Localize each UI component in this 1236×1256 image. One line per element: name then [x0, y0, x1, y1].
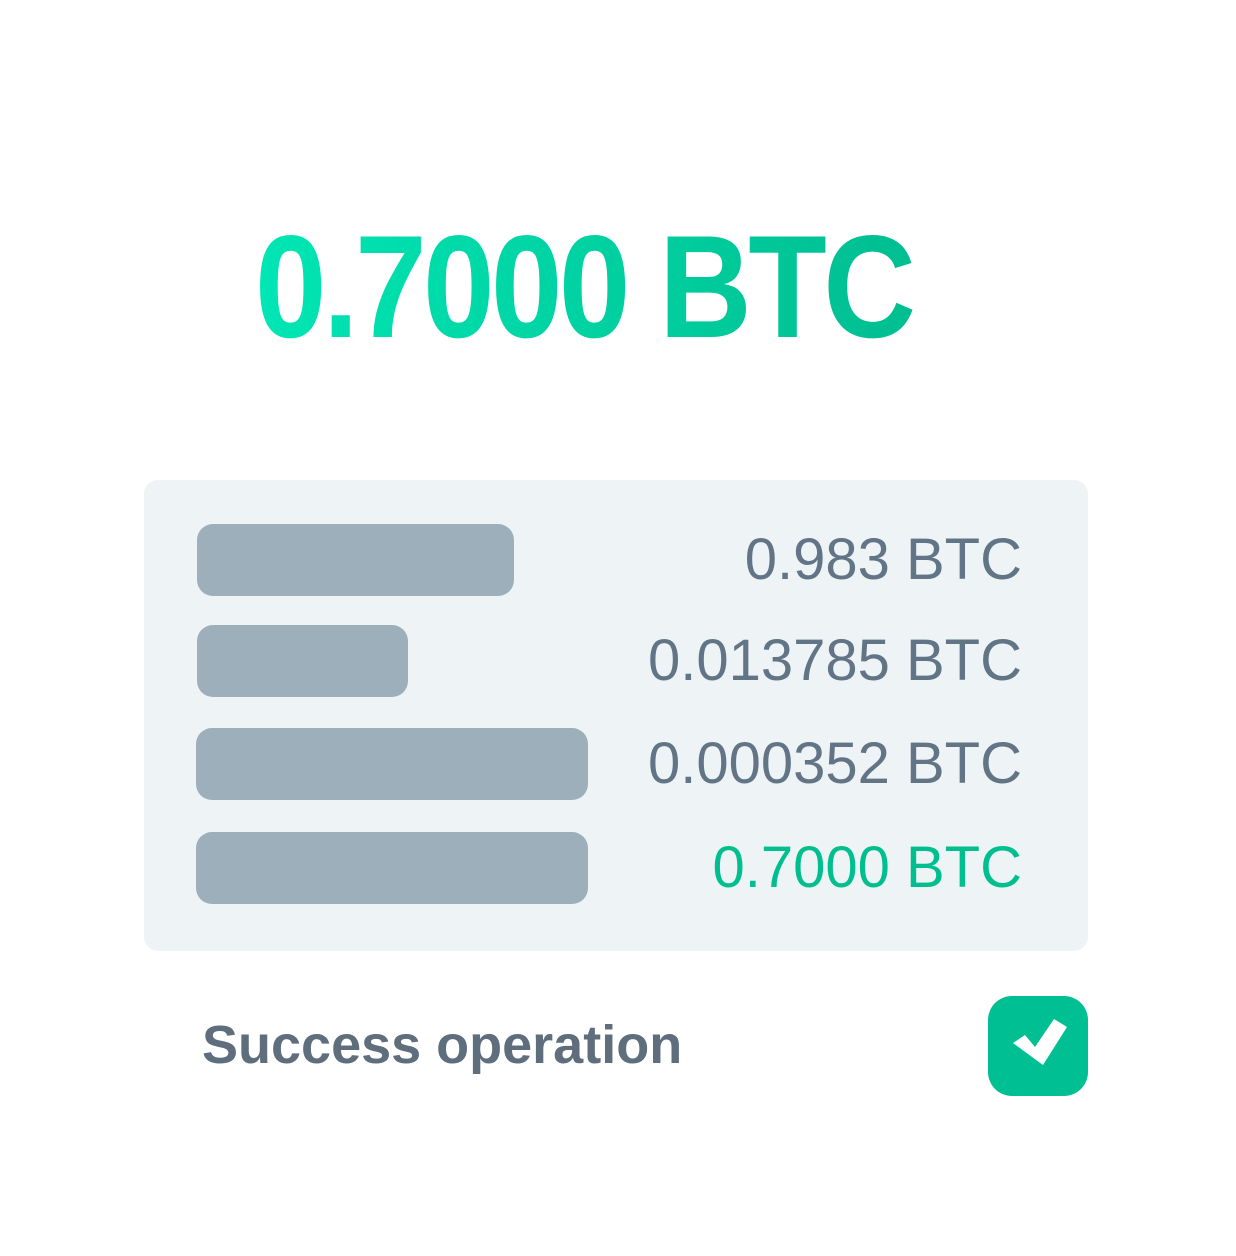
- checkmark-icon: [988, 996, 1088, 1096]
- row-bar: [197, 524, 514, 596]
- status-label: Success operation: [202, 1015, 683, 1075]
- row-bar: [197, 625, 408, 697]
- row-value-highlight: 0.7000 BTC: [712, 835, 1022, 900]
- row-bar: [196, 728, 588, 800]
- row-bar: [196, 832, 588, 904]
- breakdown-card: 0.983 BTC 0.013785 BTC 0.000352 BTC 0.70…: [144, 480, 1088, 951]
- row-value: 0.013785 BTC: [647, 628, 1022, 693]
- headline-amount: 0.7000 BTC: [255, 212, 959, 362]
- row-value: 0.983 BTC: [744, 527, 1022, 592]
- row-value: 0.000352 BTC: [647, 731, 1022, 796]
